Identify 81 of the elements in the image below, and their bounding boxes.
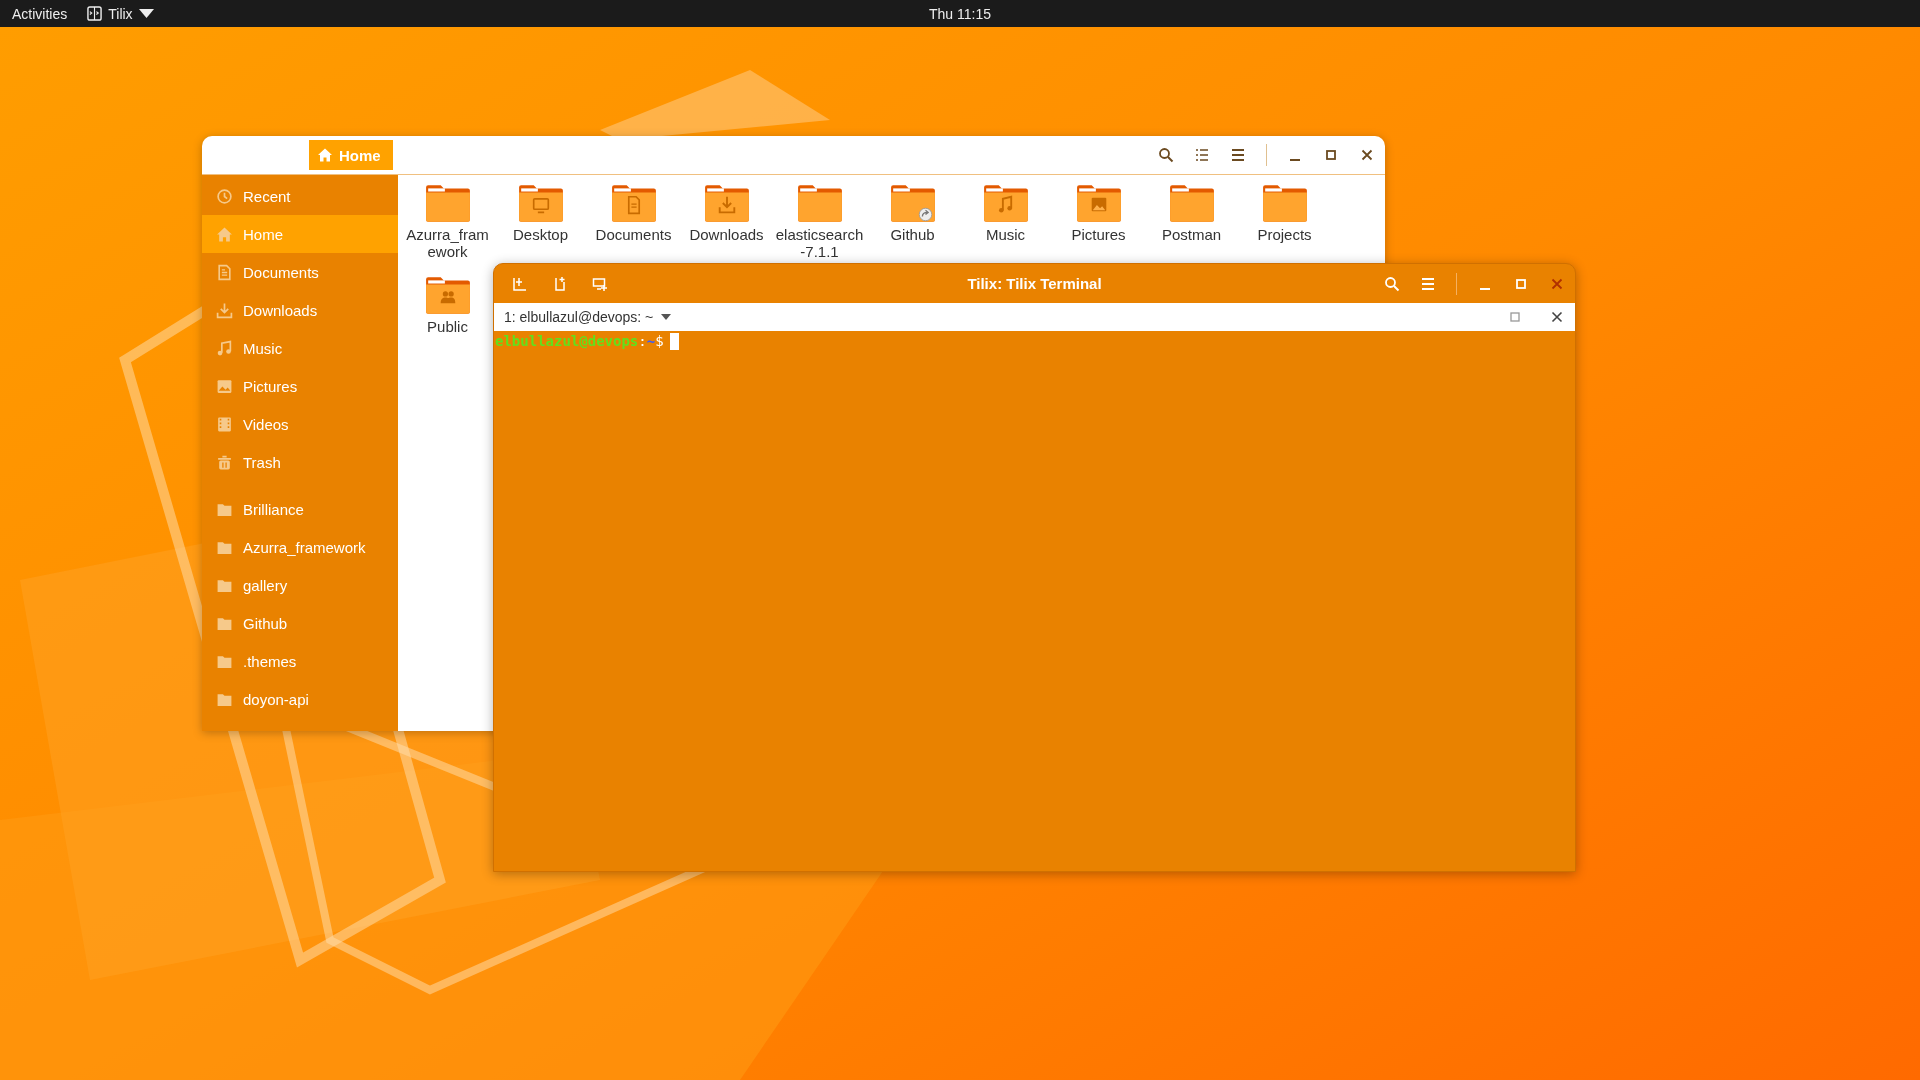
add-session-icon[interactable]: [592, 275, 608, 292]
sidebar-item[interactable]: Recent: [202, 177, 398, 215]
app-menu-label[interactable]: Tilix: [108, 5, 133, 22]
close-icon[interactable]: [1359, 147, 1375, 163]
app-menu[interactable]: Tilix: [87, 5, 154, 22]
add-down-icon[interactable]: [552, 275, 568, 292]
trash-icon: [216, 453, 233, 471]
folder-name[interactable]: Downloads: [682, 226, 771, 243]
folder-name[interactable]: Documents: [589, 226, 678, 243]
sidebar-item-label[interactable]: Downloads: [243, 301, 318, 319]
sidebar-item-label[interactable]: Azurra_framework: [243, 538, 366, 556]
sidebar-item[interactable]: doyon-api: [202, 680, 398, 718]
sidebar-item[interactable]: Videos: [202, 405, 398, 443]
sidebar-item-label[interactable]: Brilliance: [243, 500, 304, 518]
session-dropdown[interactable]: 1: elbullazul@devops: ~: [504, 309, 672, 325]
sidebar-item-label[interactable]: Recent: [243, 187, 291, 205]
clock-icon: [216, 187, 233, 205]
folder-name[interactable]: Github: [868, 226, 957, 243]
folder-name[interactable]: Desktop: [496, 226, 585, 243]
terminal-app-icon: [87, 6, 103, 21]
picture-icon: [216, 377, 233, 395]
folder-name[interactable]: Pictures: [1054, 226, 1143, 243]
folder-icon: [1260, 183, 1309, 223]
sidebar-item[interactable]: Trash: [202, 443, 398, 481]
folder-name[interactable]: elasticsearch-7.1.1: [775, 226, 864, 260]
folder-icon: [423, 183, 472, 223]
folder-name[interactable]: Music: [961, 226, 1050, 243]
maximize-icon[interactable]: [1323, 147, 1339, 163]
folder-link-icon: [888, 183, 937, 223]
sidebar-item[interactable]: Brilliance: [202, 490, 398, 528]
sidebar-item-label[interactable]: doyon-api: [243, 690, 309, 708]
sidebar-item[interactable]: Music: [202, 329, 398, 367]
folder-icon: [609, 183, 658, 223]
menu-icon[interactable]: [1230, 147, 1246, 163]
sidebar-item-label[interactable]: gallery: [243, 576, 288, 594]
folder-name[interactable]: Projects: [1240, 226, 1329, 243]
sidebar-item-label[interactable]: Videos: [243, 415, 289, 433]
caret-icon: [661, 314, 672, 320]
sidebar-item[interactable]: Azurra_framework: [202, 528, 398, 566]
sidebar-item[interactable]: Home: [202, 215, 398, 253]
location-button[interactable]: Home: [309, 140, 393, 170]
sidebar-item-label[interactable]: .themes: [243, 652, 297, 670]
home-icon: [216, 225, 233, 243]
add-right-icon[interactable]: [512, 275, 528, 292]
sidebar-item-label[interactable]: Trash: [243, 453, 281, 471]
folder-icon: [516, 183, 565, 223]
sidebar-item[interactable]: Github: [202, 604, 398, 642]
folder-icon: [702, 183, 751, 223]
sidebar-item-label[interactable]: Music: [243, 339, 283, 357]
folder-icon: [981, 183, 1030, 223]
folder-icon: [423, 275, 472, 315]
caret-icon: [138, 6, 154, 21]
clock[interactable]: Thu 11:15: [929, 5, 991, 22]
sidebar-item-label[interactable]: Github: [243, 614, 288, 632]
folder-icon: [795, 183, 844, 223]
text-cursor: [669, 333, 679, 350]
sidebar-item[interactable]: Downloads: [202, 291, 398, 329]
terminal-screen[interactable]: elbullazul@devops:~$: [494, 331, 1575, 871]
film-icon: [216, 415, 233, 433]
close-icon[interactable]: [1549, 309, 1565, 325]
activities-button[interactable]: Activities: [12, 5, 68, 22]
folder-name[interactable]: Postman: [1147, 226, 1236, 243]
sidebar-item-label[interactable]: Documents: [243, 263, 319, 281]
music-note-icon: [216, 339, 233, 357]
sidebar-item-label[interactable]: Home: [243, 225, 283, 243]
download-icon: [216, 301, 233, 319]
window-title: Tilix: Tilix Terminal: [967, 275, 1102, 292]
shell-prompt: elbullazul@devops:~$: [495, 333, 664, 349]
sidebar-item[interactable]: .themes: [202, 642, 398, 680]
search-icon[interactable]: [1158, 147, 1174, 163]
sidebar-item-label[interactable]: Pictures: [243, 377, 298, 395]
sidebar-item[interactable]: Documents: [202, 253, 398, 291]
folder-name[interactable]: Public: [403, 318, 492, 335]
home-icon: [317, 147, 333, 163]
list-view-icon[interactable]: [1194, 147, 1210, 163]
folder-name[interactable]: Azurra_framework: [403, 226, 492, 260]
sidebar-item[interactable]: gallery: [202, 566, 398, 604]
folder-icon: [1074, 183, 1123, 223]
document-icon: [216, 263, 233, 281]
sidebar-item[interactable]: Pictures: [202, 367, 398, 405]
folder-icon: [1167, 183, 1216, 223]
